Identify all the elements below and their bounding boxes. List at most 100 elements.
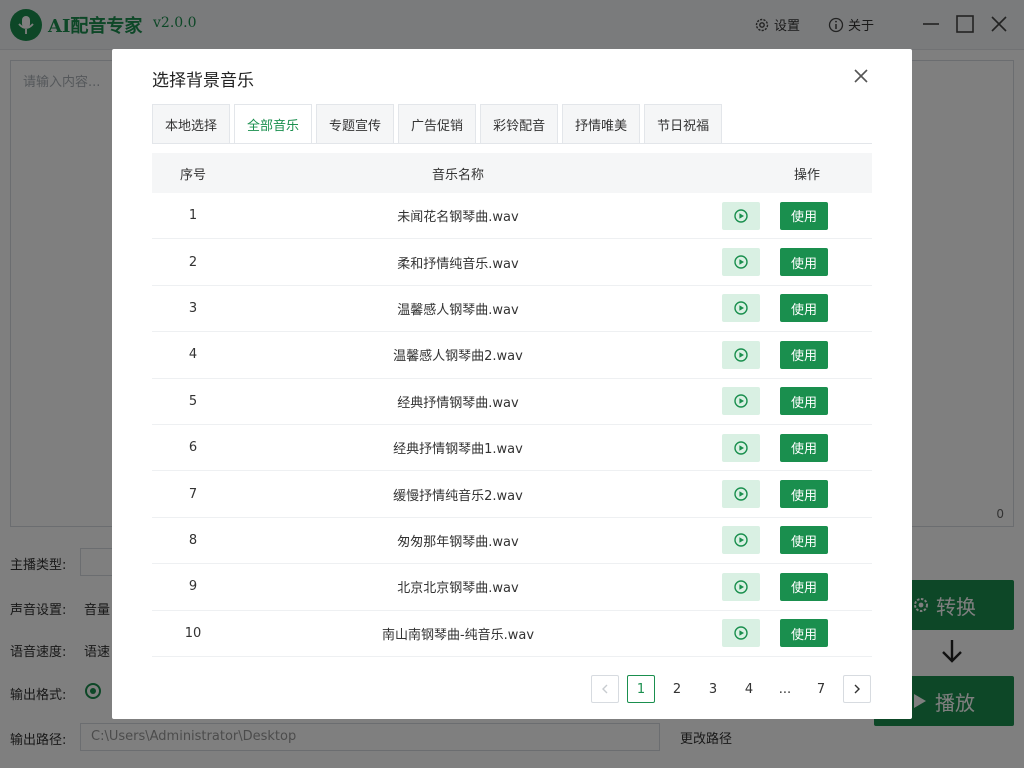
table-row: 4 温馨感人钢琴曲2.wav 使用 — [152, 332, 872, 379]
use-button[interactable]: 使用 — [780, 248, 828, 277]
row-actions: 使用 — [682, 572, 872, 601]
row-number: 8 — [188, 532, 198, 548]
next-page-button[interactable] — [843, 675, 871, 703]
header-no: 序号 — [179, 167, 206, 183]
category-tabs: 本地选择 全部音乐 专题宣传 广告促销 彩铃配音 抒情唯美 节日祝福 — [152, 104, 723, 144]
music-name: 南山南钢琴曲-纯音乐.wav — [381, 627, 535, 643]
preview-play-button[interactable] — [722, 340, 760, 369]
play-circle-icon — [734, 301, 748, 316]
preview-play-button[interactable] — [722, 619, 760, 648]
play-circle-icon — [734, 626, 748, 640]
preview-play-button[interactable] — [722, 294, 760, 323]
row-actions: 使用 — [682, 387, 872, 416]
preview-play-button[interactable] — [722, 572, 760, 601]
preview-play-button[interactable] — [722, 480, 760, 509]
row-number: 2 — [188, 254, 198, 270]
play-circle-icon — [734, 440, 748, 455]
table-row: 8 匆匆那年钢琴曲.wav 使用 — [152, 518, 872, 565]
preview-play-button[interactable] — [722, 526, 760, 555]
preview-play-button[interactable] — [722, 387, 760, 416]
row-number: 10 — [184, 625, 202, 641]
use-button[interactable]: 使用 — [780, 433, 828, 462]
row-actions: 使用 — [682, 201, 872, 230]
row-actions: 使用 — [682, 248, 872, 277]
play-circle-icon — [734, 255, 748, 269]
play-circle-icon — [734, 580, 748, 594]
play-circle-icon — [734, 394, 748, 408]
row-number: 9 — [188, 579, 198, 595]
use-button[interactable]: 使用 — [780, 201, 828, 230]
page-3[interactable]: 3 — [699, 675, 727, 703]
play-circle-icon — [734, 487, 748, 501]
close-icon — [854, 69, 868, 83]
music-name: 温馨感人钢琴曲2.wav — [393, 349, 523, 365]
page-1[interactable]: 1 — [627, 675, 655, 703]
tab-2[interactable]: 专题宣传 — [316, 104, 395, 143]
tab-3[interactable]: 广告促销 — [398, 104, 477, 143]
background-music-dialog: 选择背景音乐 本地选择 全部音乐 专题宣传 广告促销 彩铃配音 抒情唯美 节日祝福 序号 音… — [112, 49, 912, 719]
row-number: 6 — [188, 440, 198, 456]
header-op: 操作 — [793, 167, 820, 183]
row-actions: 使用 — [682, 480, 872, 509]
play-circle-icon — [734, 533, 748, 548]
play-circle-icon — [734, 348, 748, 362]
music-name: 柔和抒情纯音乐.wav — [397, 256, 519, 272]
row-actions: 使用 — [682, 340, 872, 369]
tab-0[interactable]: 本地选择 — [152, 104, 231, 143]
row-actions: 使用 — [682, 433, 872, 462]
music-table: 序号 音乐名称 操作 1 未闻花名钢琴曲.wav 使用 2 柔和抒情纯音乐.wav 使用 3… — [152, 153, 872, 657]
row-number: 1 — [188, 208, 198, 224]
pagination: 1 2 3 4... 7 — [591, 675, 871, 703]
chevron-left-icon — [602, 684, 608, 694]
use-button[interactable]: 使用 — [780, 387, 828, 416]
table-row: 1 未闻花名钢琴曲.wav 使用 — [152, 193, 872, 240]
table-row: 6 经典抒情钢琴曲1.wav 使用 — [152, 425, 872, 472]
table-row: 10 南山南钢琴曲-纯音乐.wav 使用 — [152, 611, 872, 657]
preview-play-button[interactable] — [722, 433, 760, 462]
page-7[interactable]: 7 — [807, 675, 835, 703]
page-4[interactable]: 4 — [735, 675, 763, 703]
row-number: 3 — [188, 300, 198, 316]
music-name: 北京北京钢琴曲.wav — [397, 581, 519, 597]
table-row: 9 北京北京钢琴曲.wav 使用 — [152, 564, 872, 611]
row-actions: 使用 — [682, 526, 872, 555]
preview-play-button[interactable] — [722, 248, 760, 277]
music-name: 经典抒情钢琴曲1.wav — [393, 442, 523, 458]
table-header: 序号 音乐名称 操作 — [152, 153, 872, 193]
page-ellipsis: ... — [778, 681, 792, 697]
use-button[interactable]: 使用 — [780, 480, 828, 509]
use-button[interactable]: 使用 — [780, 572, 828, 601]
row-number: 5 — [188, 393, 198, 409]
dialog-title: 选择背景音乐 — [152, 71, 254, 91]
header-name: 音乐名称 — [431, 167, 484, 183]
table-row: 7 缓慢抒情纯音乐2.wav 使用 — [152, 471, 872, 518]
use-button[interactable]: 使用 — [780, 340, 828, 369]
tab-4[interactable]: 彩铃配音 — [480, 104, 559, 143]
music-name: 匆匆那年钢琴曲.wav — [397, 534, 519, 550]
music-name: 温馨感人钢琴曲.wav — [397, 302, 519, 318]
table-row: 3 温馨感人钢琴曲.wav 使用 — [152, 286, 872, 333]
table-body: 1 未闻花名钢琴曲.wav 使用 2 柔和抒情纯音乐.wav 使用 3 温馨感人钢琴曲.wav… — [152, 193, 872, 657]
use-button[interactable]: 使用 — [780, 526, 828, 555]
prev-page-button[interactable] — [591, 675, 619, 703]
play-circle-icon — [734, 208, 748, 223]
row-number: 4 — [188, 347, 198, 363]
table-row: 5 经典抒情钢琴曲.wav 使用 — [152, 379, 872, 425]
preview-play-button[interactable] — [722, 201, 760, 230]
chevron-right-icon — [854, 684, 860, 694]
tabs-divider — [152, 143, 872, 144]
music-name: 缓慢抒情纯音乐2.wav — [393, 488, 523, 504]
use-button[interactable]: 使用 — [780, 294, 828, 323]
music-name: 未闻花名钢琴曲.wav — [397, 210, 519, 226]
table-row: 2 柔和抒情纯音乐.wav 使用 — [152, 239, 872, 286]
row-actions: 使用 — [682, 619, 872, 648]
dialog-close-button[interactable] — [852, 67, 870, 85]
use-button[interactable]: 使用 — [780, 619, 828, 648]
row-actions: 使用 — [682, 294, 872, 323]
tab-6[interactable]: 节日祝福 — [644, 104, 723, 143]
page-2[interactable]: 2 — [663, 675, 691, 703]
music-name: 经典抒情钢琴曲.wav — [397, 395, 519, 411]
tab-1[interactable]: 全部音乐 — [234, 104, 313, 144]
tab-5[interactable]: 抒情唯美 — [562, 104, 641, 143]
row-number: 7 — [188, 486, 198, 502]
